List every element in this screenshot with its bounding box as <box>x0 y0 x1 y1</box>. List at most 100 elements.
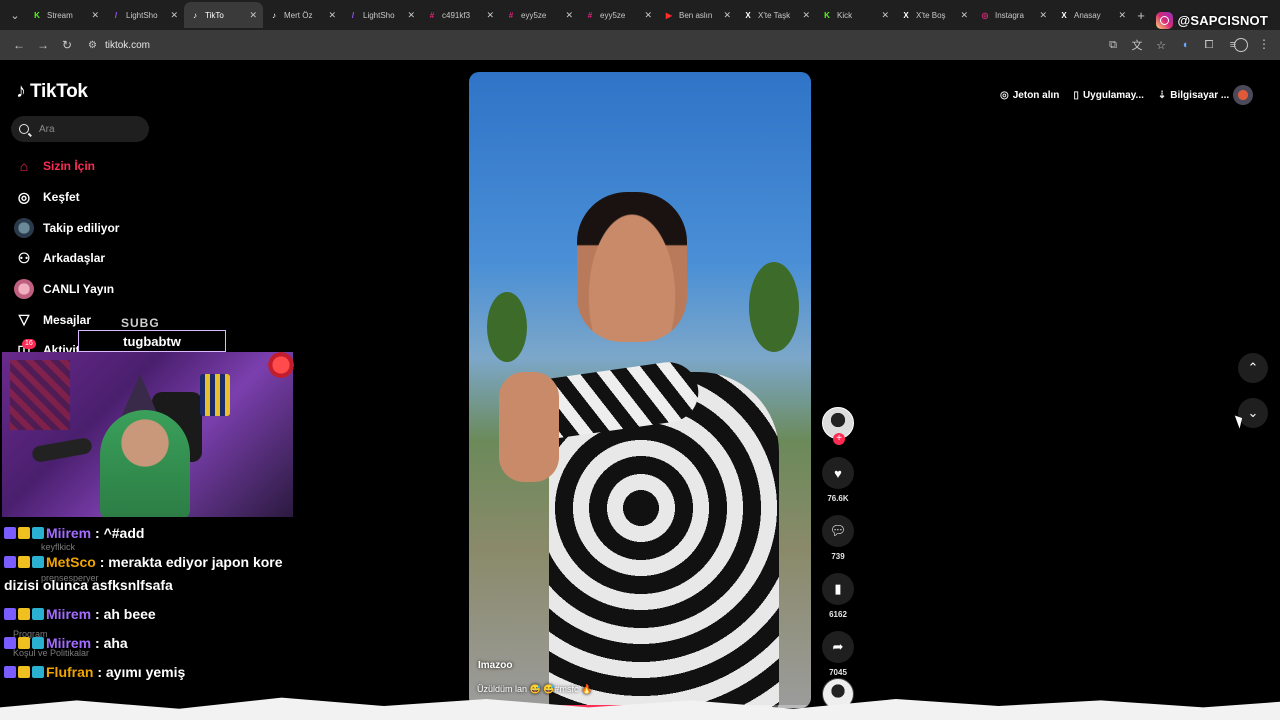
tab-title: LightSho <box>126 10 158 20</box>
tab-title: Anasay <box>1074 10 1101 20</box>
comment-icon[interactable]: 💬︎ <box>822 515 854 547</box>
browser-tab[interactable]: # eyy5ze ✕ <box>500 2 579 28</box>
sidebar-item-label: Sizin İçin <box>43 159 96 174</box>
bookmark-icon[interactable]: ▮ <box>822 573 854 605</box>
chat-message: Miirem : ah beee <box>4 603 294 626</box>
tab-title: Ben aslın <box>679 10 713 20</box>
tab-search-chevron-icon[interactable]: ⌄ <box>4 4 26 26</box>
close-tab-icon[interactable]: ✕ <box>486 10 494 21</box>
search-placeholder: Ara <box>39 123 55 135</box>
chat-badge-icon <box>18 556 30 568</box>
video-subject-head <box>577 192 687 342</box>
video-player[interactable] <box>469 72 811 708</box>
browser-tab[interactable]: K Stream ✕ <box>26 2 105 28</box>
get-coins-label: Jeton alın <box>1012 89 1060 101</box>
close-tab-icon[interactable]: ✕ <box>960 10 968 21</box>
get-coins-button[interactable]: ◎ Jeton alın <box>1000 90 1059 101</box>
close-tab-icon[interactable]: ✕ <box>881 10 889 21</box>
browser-tab[interactable]: X X'te Taşk ✕ <box>737 2 816 28</box>
browser-tab[interactable]: / LightSho ✕ <box>105 2 184 28</box>
comment-count: 739 <box>831 552 845 561</box>
sidebar-item-for-you[interactable]: ⌂ Sizin İçin <box>14 151 214 182</box>
chat-username: Miirem <box>46 635 92 651</box>
comment-action[interactable]: 💬︎ 739 <box>822 515 854 561</box>
tab-favicon-icon: / <box>114 10 118 20</box>
tab-favicon-icon: K <box>34 10 40 20</box>
share-icon[interactable]: ➦ <box>822 631 854 663</box>
tab-favicon-icon: X <box>903 10 909 20</box>
chat-username: MetSco <box>46 554 96 570</box>
new-tab-button[interactable]: + <box>1132 8 1150 23</box>
tab-title: Instagra <box>995 10 1024 20</box>
follow-plus-icon[interactable]: + <box>833 433 845 445</box>
tiktok-wordmark: TikTok <box>30 80 88 102</box>
sidebar-item-label: Arkadaşlar <box>43 251 106 266</box>
previous-video-button[interactable]: ⌃ <box>1238 353 1268 383</box>
url-text[interactable]: tiktok.com <box>105 40 150 51</box>
user-avatar[interactable] <box>1233 85 1253 105</box>
close-tab-icon[interactable]: ✕ <box>170 10 178 21</box>
tab-title: X'te Taşk <box>758 10 791 20</box>
sidebar-item-friends[interactable]: ⚇ Arkadaşlar <box>14 243 214 274</box>
sidebar-item-explore[interactable]: ◎ Keşfet <box>14 182 214 213</box>
browser-tab[interactable]: / LightSho ✕ <box>342 2 421 28</box>
browser-tab[interactable]: # eyy5ze ✕ <box>579 2 658 28</box>
heart-icon[interactable]: ♥ <box>822 457 854 489</box>
desktop-app-button[interactable]: ⇣ Bilgisayar ... <box>1158 90 1229 101</box>
install-app-icon[interactable]: ⧉ <box>1106 39 1120 52</box>
instagram-handle: @SAPCISNOT <box>1177 13 1268 28</box>
close-tab-icon[interactable]: ✕ <box>723 10 731 21</box>
close-tab-icon[interactable]: ✕ <box>565 10 573 21</box>
coin-icon: ◎ <box>1000 89 1009 101</box>
get-app-label: Uygulamay... <box>1082 89 1144 101</box>
close-tab-icon[interactable]: ✕ <box>802 10 810 21</box>
extension-active-icon[interactable]: ◖ <box>1178 39 1192 51</box>
sidebar-item-following[interactable]: Takip ediliyor <box>14 212 214 243</box>
chat-text: : aha <box>95 635 128 651</box>
address-actions: ⧉ 文 ☆ ◖ ⧠ ≡ <box>1106 30 1240 60</box>
browser-tab[interactable]: ♪ TikTo ✕ <box>184 2 263 28</box>
site-info-icon[interactable]: ⚙ <box>88 40 97 51</box>
bookmark-star-icon[interactable]: ☆ <box>1154 39 1168 52</box>
extensions-puzzle-icon[interactable]: ⧠ <box>1202 39 1216 52</box>
close-tab-icon[interactable]: ✕ <box>644 10 652 21</box>
get-app-button[interactable]: ▯ Uygulamay... <box>1073 90 1143 101</box>
close-tab-icon[interactable]: ✕ <box>407 10 415 21</box>
browser-tab[interactable]: ♪ Mert Öz ✕ <box>263 2 342 28</box>
like-action[interactable]: ♥ 76.6K <box>822 457 854 503</box>
browser-tab[interactable]: ▶ Ben aslın ✕ <box>658 2 737 28</box>
chat-text: : ayımı yemiş <box>97 664 186 680</box>
browser-tab[interactable]: ◎ Instagra ✕ <box>974 2 1053 28</box>
profile-icon[interactable] <box>1234 38 1248 52</box>
gift-icon <box>266 350 296 380</box>
browser-tab[interactable]: # c491kf3 ✕ <box>421 2 500 28</box>
close-tab-icon[interactable]: ✕ <box>91 10 99 21</box>
video-author[interactable]: Imazoo <box>478 660 512 671</box>
browser-tab[interactable]: K Kick ✕ <box>816 2 895 28</box>
creator-avatar[interactable]: + <box>822 407 854 445</box>
address-bar[interactable]: ⚙ tiktok.com <box>88 34 1078 56</box>
share-action[interactable]: ➦ 7045 <box>822 631 854 677</box>
save-action[interactable]: ▮ 6162 <box>822 573 854 619</box>
sidebar-item-live[interactable]: CANLI Yayın <box>14 274 214 305</box>
close-tab-icon[interactable]: ✕ <box>249 10 257 21</box>
tab-favicon-icon: # <box>429 10 435 20</box>
chat-badge-icon <box>4 608 16 620</box>
translate-icon[interactable]: 文 <box>1130 37 1144 53</box>
tab-title: X'te Boş <box>916 10 946 20</box>
instagram-watermark: @SAPCISNOT <box>1156 12 1268 29</box>
search-input[interactable]: Ara <box>11 116 149 142</box>
browser-tab[interactable]: X Anasay ✕ <box>1053 2 1132 28</box>
forward-icon[interactable]: → <box>32 34 54 56</box>
webcam-streamer <box>100 410 190 517</box>
like-count: 76.6K <box>827 494 849 503</box>
browser-tab[interactable]: X X'te Boş ✕ <box>895 2 974 28</box>
reload-icon[interactable]: ↻ <box>56 34 78 56</box>
close-tab-icon[interactable]: ✕ <box>328 10 336 21</box>
close-tab-icon[interactable]: ✕ <box>1118 10 1126 21</box>
tiktok-logo[interactable]: ♪ TikTok <box>16 80 88 103</box>
close-tab-icon[interactable]: ✕ <box>1039 10 1047 21</box>
browser-menu-icon[interactable]: ⋮ <box>1258 37 1270 51</box>
back-icon[interactable]: ← <box>8 34 30 56</box>
tiktok-note-icon: ♪ <box>16 80 26 102</box>
